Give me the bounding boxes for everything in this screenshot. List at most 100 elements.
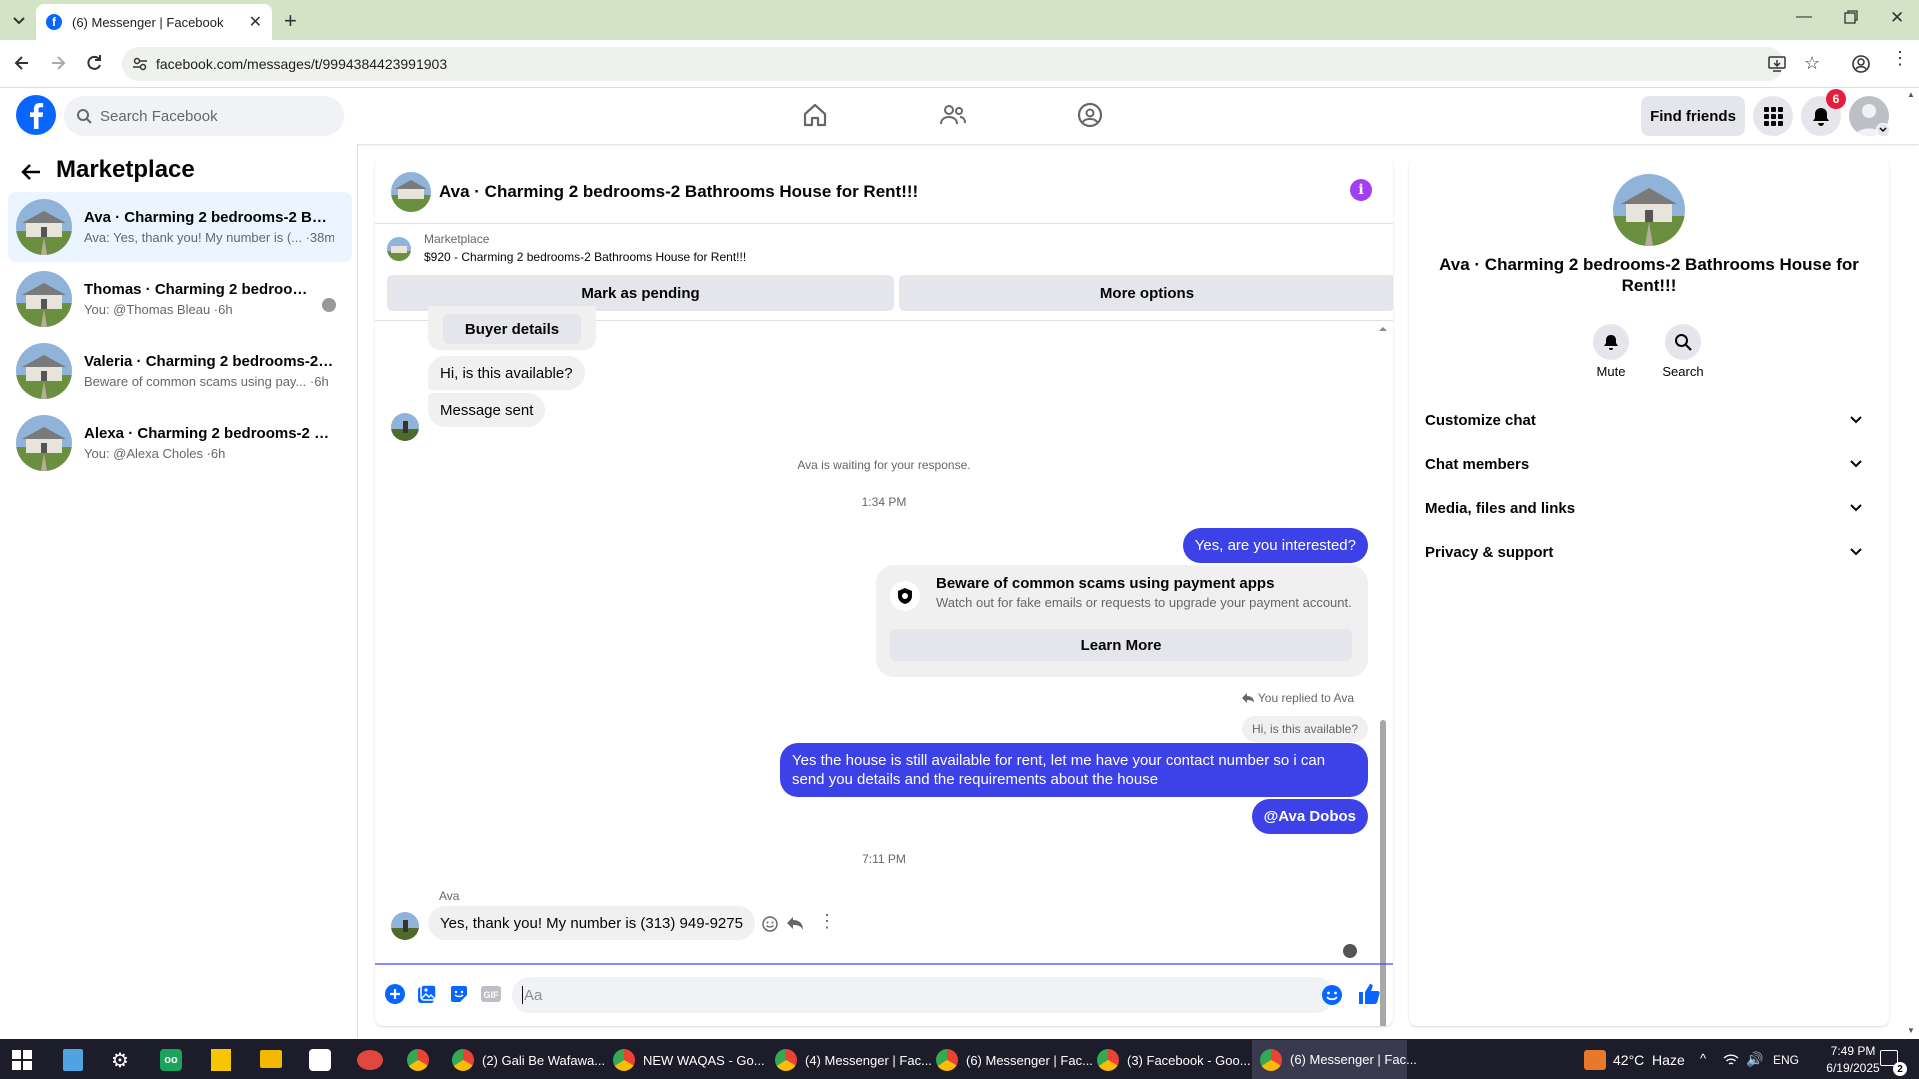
friends-icon[interactable] bbox=[940, 102, 966, 128]
sender-avatar[interactable] bbox=[391, 413, 419, 441]
mute-bell-icon[interactable] bbox=[1593, 324, 1629, 360]
conversation-item-valeria[interactable]: Valeria · Charming 2 bedrooms-2 ... Bewa… bbox=[8, 336, 352, 406]
sender-avatar[interactable] bbox=[391, 912, 419, 940]
install-app-icon[interactable] bbox=[1768, 55, 1786, 73]
account-chevron-icon[interactable] bbox=[1876, 123, 1890, 137]
scrollbar-thumb[interactable] bbox=[1380, 720, 1386, 1026]
minimize-icon[interactable]: — bbox=[1796, 8, 1812, 26]
tray-chevron-icon[interactable]: ^ bbox=[1700, 1051, 1706, 1066]
like-thumb-icon[interactable] bbox=[1358, 983, 1380, 1005]
message-bubble-incoming[interactable]: Hi, is this available? bbox=[428, 356, 585, 390]
message-bubble-outgoing[interactable]: Yes, are you interested? bbox=[1182, 528, 1368, 563]
emoji-icon[interactable] bbox=[1321, 984, 1343, 1006]
windows-start-icon[interactable] bbox=[12, 1050, 32, 1070]
privacy-support-section[interactable]: Privacy & support bbox=[1425, 532, 1873, 572]
chat-header-title[interactable]: Ava · Charming 2 bedrooms-2 Bathrooms Ho… bbox=[439, 182, 918, 202]
site-settings-icon[interactable] bbox=[132, 56, 148, 72]
message-bubble-incoming[interactable]: Yes, thank you! My number is (313) 949-9… bbox=[428, 906, 755, 940]
taskbar-item[interactable]: (4) Messenger | Fac... bbox=[775, 1043, 932, 1077]
customize-chat-section[interactable]: Customize chat bbox=[1425, 400, 1873, 440]
more-actions-icon[interactable]: ⋮ bbox=[818, 911, 836, 932]
settings-gear-icon[interactable]: ⚙ bbox=[111, 1048, 129, 1073]
taskbar-item[interactable]: (3) Facebook - Goo... bbox=[1097, 1043, 1251, 1077]
divider bbox=[375, 223, 1393, 224]
buyer-details-button[interactable]: Buyer details bbox=[443, 314, 581, 344]
page-scroll-down-icon[interactable]: ▼ bbox=[1907, 1026, 1915, 1035]
volume-icon[interactable]: 🔊 bbox=[1746, 1051, 1763, 1068]
browser-tab-active[interactable]: f (6) Messenger | Facebook ✕ bbox=[36, 4, 272, 40]
bookmark-star-icon[interactable]: ☆ bbox=[1804, 53, 1820, 74]
clock-time[interactable]: 7:49 PM bbox=[1818, 1044, 1888, 1058]
listing-thumbnail bbox=[387, 237, 411, 261]
facebook-logo-icon[interactable] bbox=[16, 95, 56, 135]
tab-list-chevron-icon[interactable] bbox=[8, 10, 30, 30]
taskbar-item[interactable]: (2) Gali Be Wafawa... bbox=[452, 1043, 605, 1077]
more-options-button[interactable]: More options bbox=[899, 275, 1393, 311]
weather-icon[interactable] bbox=[1584, 1050, 1606, 1070]
back-arrow-icon[interactable] bbox=[12, 53, 32, 73]
taskbar-item[interactable]: (6) Messenger | Fac... bbox=[936, 1043, 1093, 1077]
conversation-item-alexa[interactable]: Alexa · Charming 2 bedrooms-2 B... You: … bbox=[8, 408, 352, 478]
sticky-notes-icon[interactable] bbox=[211, 1049, 231, 1071]
window-close-icon[interactable]: ✕ bbox=[1890, 8, 1904, 28]
mute-label[interactable]: Mute bbox=[1581, 364, 1641, 379]
quoted-message[interactable]: Hi, is this available? bbox=[1241, 716, 1368, 742]
home-icon[interactable] bbox=[802, 102, 828, 128]
search-icon[interactable] bbox=[1665, 324, 1701, 360]
conversation-preview: Beware of common scams using pay... ·6h bbox=[84, 374, 329, 389]
wifi-icon[interactable] bbox=[1723, 1053, 1739, 1067]
section-label: Media, files and links bbox=[1425, 499, 1576, 517]
find-friends-button[interactable]: Find friends bbox=[1641, 96, 1745, 136]
app-icon[interactable] bbox=[357, 1050, 383, 1070]
conversation-item-thomas[interactable]: Thomas · Charming 2 bedrooms... You: @Th… bbox=[8, 264, 352, 334]
forward-arrow-icon[interactable] bbox=[48, 53, 68, 73]
chrome-icon[interactable] bbox=[407, 1049, 429, 1071]
weather-text[interactable]: 42°C Haze bbox=[1613, 1052, 1685, 1068]
reload-icon[interactable] bbox=[84, 53, 104, 73]
conversation-item-ava[interactable]: Ava · Charming 2 bedrooms-2 Bat... Ava: … bbox=[8, 192, 352, 262]
facebook-search-input[interactable]: Search Facebook bbox=[64, 96, 344, 136]
info-icon[interactable]: i bbox=[1350, 179, 1372, 201]
back-arrow-icon[interactable] bbox=[20, 162, 42, 182]
chat-members-section[interactable]: Chat members bbox=[1425, 444, 1873, 484]
profile-icon[interactable] bbox=[1851, 54, 1871, 74]
file-explorer-icon[interactable] bbox=[260, 1050, 282, 1068]
media-files-links-section[interactable]: Media, files and links bbox=[1425, 488, 1873, 528]
language-indicator[interactable]: ENG bbox=[1773, 1053, 1799, 1067]
listing-text[interactable]: $920 - Charming 2 bedrooms-2 Bathrooms H… bbox=[424, 250, 746, 264]
browser-menu-icon[interactable]: ⋮ bbox=[1891, 49, 1909, 67]
app-icon[interactable]: oo bbox=[160, 1049, 182, 1071]
taskbar-item-active[interactable]: (6) Messenger | Fac... bbox=[1252, 1040, 1417, 1079]
chat-info-avatar[interactable] bbox=[1613, 174, 1685, 246]
chat-scrollbar[interactable] bbox=[1378, 324, 1388, 1026]
mention-bubble[interactable]: @Ava Dobos bbox=[1251, 799, 1368, 834]
page-scroll-up-icon[interactable]: ▲ bbox=[1907, 90, 1915, 99]
restore-icon[interactable] bbox=[1844, 10, 1858, 24]
gif-icon[interactable]: GIF bbox=[481, 984, 501, 1004]
address-bar[interactable]: facebook.com/messages/t/9994384423991903… bbox=[122, 47, 1820, 81]
message-input[interactable]: Aa bbox=[512, 977, 1334, 1013]
add-plus-icon[interactable] bbox=[385, 984, 405, 1004]
clock-date[interactable]: 6/19/2025 bbox=[1818, 1061, 1888, 1075]
tab-close-icon[interactable]: ✕ bbox=[249, 12, 262, 32]
reply-icon[interactable] bbox=[786, 916, 804, 932]
app-icon[interactable] bbox=[63, 1049, 83, 1071]
notification-badge: 6 bbox=[1826, 89, 1846, 109]
chat-panel: Ava · Charming 2 bedrooms-2 Bathrooms Ho… bbox=[375, 158, 1393, 1026]
capcut-icon[interactable] bbox=[309, 1049, 331, 1071]
search-label[interactable]: Search bbox=[1653, 364, 1713, 379]
learn-more-button[interactable]: Learn More bbox=[890, 629, 1352, 661]
message-bubble-outgoing[interactable]: Yes the house is still available for ren… bbox=[780, 743, 1368, 797]
message-bubble-incoming[interactable]: Message sent bbox=[428, 393, 546, 427]
section-label: Chat members bbox=[1425, 455, 1530, 473]
sticker-icon[interactable] bbox=[449, 984, 469, 1004]
chat-avatar[interactable] bbox=[391, 172, 431, 212]
new-tab-icon[interactable]: + bbox=[284, 8, 297, 34]
section-label: Customize chat bbox=[1425, 411, 1536, 429]
taskbar-item[interactable]: NEW WAQAS - Go... bbox=[613, 1043, 765, 1077]
photo-icon[interactable] bbox=[417, 984, 437, 1004]
react-emoji-icon[interactable] bbox=[761, 915, 779, 933]
menu-grid-icon[interactable] bbox=[1753, 96, 1793, 136]
url-text: facebook.com/messages/t/9994384423991903 bbox=[156, 56, 448, 72]
groups-icon[interactable] bbox=[1077, 102, 1103, 128]
